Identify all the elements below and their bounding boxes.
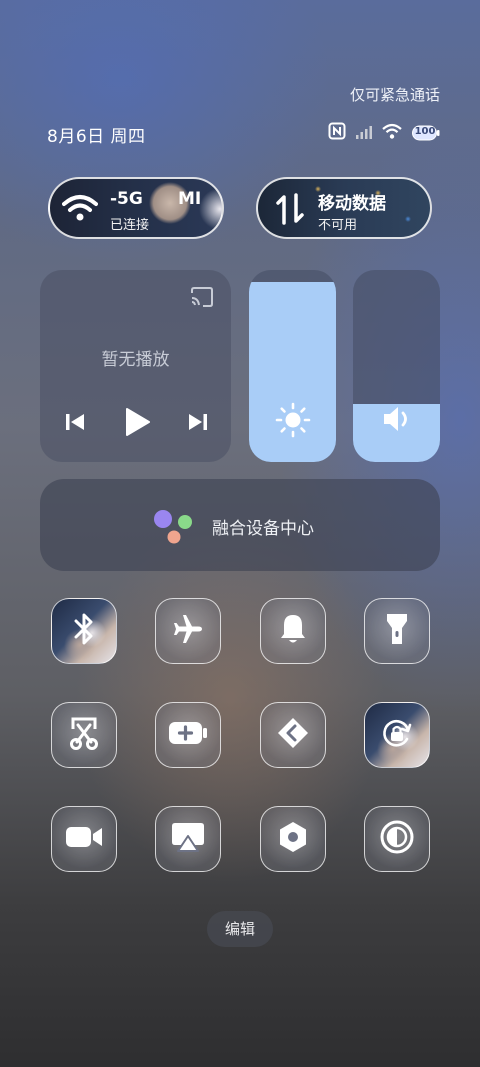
media-player-card[interactable]: 暂无播放 bbox=[40, 270, 231, 462]
emergency-calls-only-text: 仅可紧急通话 bbox=[349, 86, 440, 104]
previous-icon[interactable] bbox=[64, 411, 86, 437]
battery-level-text: 100 bbox=[414, 126, 436, 137]
date-label: 8月6日 周四 bbox=[47, 127, 146, 147]
notification-bell-toggle[interactable] bbox=[260, 598, 326, 664]
wifi-toggle-card[interactable]: -5G MI 已连接 bbox=[48, 177, 224, 239]
lock-rotate-icon bbox=[380, 716, 414, 754]
next-icon[interactable] bbox=[187, 411, 209, 437]
bluetooth-icon bbox=[72, 612, 96, 650]
screenshot-toggle[interactable] bbox=[51, 702, 117, 768]
dark-mode-toggle[interactable] bbox=[364, 806, 430, 872]
wifi-status: 已连接 bbox=[110, 218, 150, 233]
screen-recorder-toggle[interactable] bbox=[51, 806, 117, 872]
device-center-card[interactable]: 融合设备中心 bbox=[40, 479, 440, 571]
airplane-mode-toggle[interactable] bbox=[155, 598, 221, 664]
screenshot-scissors-icon bbox=[67, 715, 101, 755]
media-status-text: 暂无播放 bbox=[101, 350, 170, 370]
share-toggle[interactable] bbox=[260, 702, 326, 768]
share-icon bbox=[276, 716, 310, 754]
wifi-network-name: -5G bbox=[110, 189, 143, 209]
edit-button[interactable]: 编辑 bbox=[207, 911, 273, 947]
mobile-data-toggle-card[interactable]: 移动数据 不可用 bbox=[256, 177, 432, 239]
settings-toggle[interactable] bbox=[260, 806, 326, 872]
signal-icon bbox=[356, 124, 372, 143]
speaker-icon bbox=[353, 404, 440, 434]
contrast-icon bbox=[380, 820, 414, 858]
sun-icon bbox=[249, 402, 336, 438]
status-bar-icons: 100 bbox=[328, 122, 440, 144]
battery-saver-toggle[interactable] bbox=[155, 702, 221, 768]
bell-icon bbox=[277, 612, 309, 650]
device-center-label: 融合设备中心 bbox=[212, 519, 314, 539]
device-center-logo-icon bbox=[152, 509, 196, 549]
flashlight-toggle[interactable] bbox=[364, 598, 430, 664]
wifi-icon bbox=[62, 194, 98, 226]
play-icon[interactable] bbox=[123, 407, 151, 441]
airplane-icon bbox=[171, 612, 205, 650]
hexagon-settings-icon bbox=[276, 820, 310, 858]
screen-cast-icon bbox=[170, 821, 206, 857]
wifi-icon bbox=[382, 123, 402, 143]
flashlight-icon bbox=[384, 611, 410, 651]
mobile-data-title: 移动数据 bbox=[318, 194, 386, 214]
cast-icon[interactable] bbox=[190, 287, 214, 311]
battery-icon: 100 bbox=[412, 125, 440, 141]
volume-slider[interactable] bbox=[353, 270, 440, 462]
mobile-data-icon bbox=[276, 193, 304, 229]
bluetooth-toggle[interactable] bbox=[51, 598, 117, 664]
screen-lock-toggle[interactable] bbox=[364, 702, 430, 768]
wifi-network-name-suffix: MI bbox=[178, 189, 202, 209]
video-camera-icon bbox=[65, 824, 103, 854]
brightness-slider[interactable] bbox=[249, 270, 336, 462]
nfc-icon bbox=[328, 122, 346, 144]
battery-plus-icon bbox=[168, 720, 208, 750]
screen-cast-toggle[interactable] bbox=[155, 806, 221, 872]
mobile-data-status: 不可用 bbox=[318, 218, 358, 233]
